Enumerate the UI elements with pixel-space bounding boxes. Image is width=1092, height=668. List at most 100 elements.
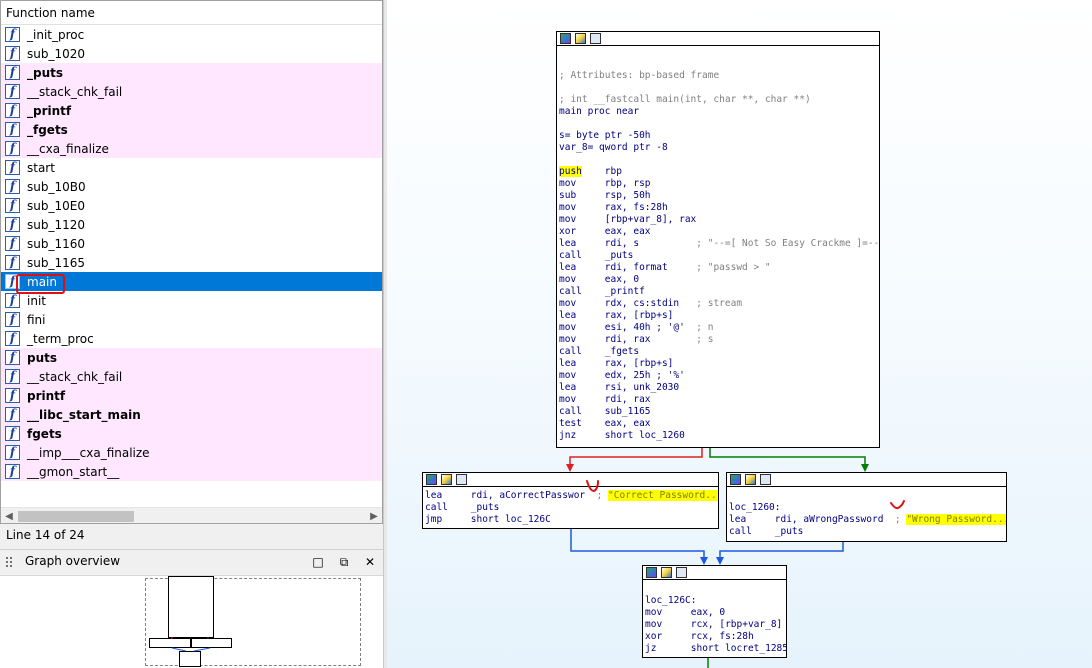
edit-icon[interactable] bbox=[745, 474, 756, 485]
mnemonic[interactable]: mov bbox=[645, 619, 691, 630]
code-line[interactable]: loc_126C: bbox=[645, 595, 786, 607]
operand[interactable]: rax, [rbp+s] bbox=[605, 310, 674, 321]
mnemonic[interactable]: mov bbox=[559, 202, 605, 213]
operand[interactable]: rcx, fs:28h bbox=[691, 631, 754, 642]
code-line[interactable]: var_8= qword ptr -8 bbox=[559, 142, 879, 154]
mnemonic[interactable]: push bbox=[559, 166, 582, 177]
code-line[interactable]: lea rax, [rbp+s] bbox=[559, 310, 879, 322]
mnemonic[interactable]: xor bbox=[645, 631, 691, 642]
code-line[interactable]: s= byte ptr -50h bbox=[559, 130, 879, 142]
code-line[interactable]: mov rax, fs:28h bbox=[559, 202, 879, 214]
code-line[interactable] bbox=[729, 490, 1006, 502]
code-line[interactable]: mov eax, 0 bbox=[559, 274, 879, 286]
mnemonic[interactable]: jmp bbox=[425, 514, 471, 525]
function-list-item[interactable]: f sub_1120 bbox=[1, 215, 382, 234]
edit-icon[interactable] bbox=[661, 567, 672, 578]
color-icon[interactable] bbox=[730, 474, 741, 485]
code-line[interactable]: call _puts bbox=[425, 502, 718, 514]
function-list-item[interactable]: f sub_1165 bbox=[1, 253, 382, 272]
operand[interactable]: rdi, format bbox=[605, 262, 697, 273]
operand[interactable]: short locret_1285 bbox=[691, 643, 786, 654]
grip-icon[interactable] bbox=[6, 557, 14, 567]
code-block-wrong[interactable]: loc_1260: lea rdi, aWrongPassword ; "Wron… bbox=[726, 472, 1007, 542]
mnemonic[interactable]: call bbox=[559, 250, 605, 261]
operand[interactable]: rdi, rax bbox=[605, 394, 651, 405]
operand[interactable]: esi, 40h ; '@' bbox=[605, 322, 697, 333]
function-list-item[interactable]: f sub_10E0 bbox=[1, 196, 382, 215]
mnemonic[interactable]: mov bbox=[559, 334, 605, 345]
function-list-item[interactable]: f __stack_chk_fail bbox=[1, 367, 382, 386]
code-line[interactable] bbox=[645, 583, 786, 595]
function-list-item[interactable]: f fini bbox=[1, 310, 382, 329]
code-line[interactable]: jmp short loc_126C bbox=[425, 514, 718, 526]
mnemonic[interactable]: call bbox=[559, 286, 605, 297]
code-line[interactable] bbox=[559, 154, 879, 166]
mnemonic[interactable]: lea bbox=[559, 238, 605, 249]
code-line[interactable]: mov eax, 0 bbox=[645, 607, 786, 619]
code-line[interactable]: mov rbp, rsp bbox=[559, 178, 879, 190]
scroll-right-icon[interactable]: ▶ bbox=[366, 508, 382, 523]
code-block-main[interactable]: ; Attributes: bp-based frame ; int __fast… bbox=[556, 31, 880, 448]
mnemonic[interactable]: mov bbox=[559, 298, 605, 309]
code-line[interactable]: test eax, eax bbox=[559, 418, 879, 430]
code-line[interactable]: ; Attributes: bp-based frame bbox=[559, 70, 879, 82]
operand[interactable]: rdx, cs:stdin bbox=[605, 298, 697, 309]
mnemonic[interactable]: mov bbox=[559, 322, 605, 333]
code-line[interactable] bbox=[559, 118, 879, 130]
function-list-item[interactable]: f __stack_chk_fail bbox=[1, 82, 382, 101]
graph-icon[interactable] bbox=[760, 474, 771, 485]
operand[interactable]: rdi, rax bbox=[605, 334, 697, 345]
code-line[interactable]: lea rdi, aWrongPassword ; "Wrong Passwor… bbox=[729, 514, 1006, 526]
code-line[interactable]: main proc near bbox=[559, 106, 879, 118]
code-line[interactable]: xor eax, eax bbox=[559, 226, 879, 238]
color-icon[interactable] bbox=[426, 474, 437, 485]
code-line[interactable]: call _fgets bbox=[559, 346, 879, 358]
mnemonic[interactable]: lea bbox=[559, 358, 605, 369]
mnemonic[interactable]: mov bbox=[559, 394, 605, 405]
code-line[interactable]: lea rsi, unk_2030 bbox=[559, 382, 879, 394]
code-line[interactable]: call sub_1165 bbox=[559, 406, 879, 418]
code-line[interactable]: call _printf bbox=[559, 286, 879, 298]
mnemonic[interactable]: call bbox=[729, 526, 775, 537]
operand[interactable]: _printf bbox=[605, 286, 645, 297]
code-line[interactable]: mov rcx, [rbp+var_8] bbox=[645, 619, 786, 631]
code-line[interactable]: mov esi, 40h ; '@' ; n bbox=[559, 322, 879, 334]
operand[interactable]: rsi, unk_2030 bbox=[605, 382, 679, 393]
mnemonic[interactable]: test bbox=[559, 418, 605, 429]
function-list-item[interactable]: f sub_10B0 bbox=[1, 177, 382, 196]
function-list-item[interactable]: f __imp___cxa_finalize bbox=[1, 443, 382, 462]
mnemonic[interactable]: jz bbox=[645, 643, 691, 654]
mnemonic[interactable]: call bbox=[559, 406, 605, 417]
function-list-item[interactable]: f _term_proc bbox=[1, 329, 382, 348]
code-line[interactable]: jnz short loc_1260 bbox=[559, 430, 879, 442]
code-line[interactable]: mov rdi, rax ; s bbox=[559, 334, 879, 346]
mnemonic[interactable]: mov bbox=[645, 607, 691, 618]
function-list-item[interactable]: f __cxa_finalize bbox=[1, 139, 382, 158]
mnemonic[interactable]: lea bbox=[559, 262, 605, 273]
code-line[interactable] bbox=[559, 82, 879, 94]
mnemonic[interactable]: xor bbox=[559, 226, 605, 237]
graph-overview[interactable] bbox=[0, 575, 383, 668]
function-list-item[interactable]: f _puts bbox=[1, 63, 382, 82]
code-line[interactable]: lea rdi, aCorrectPasswor ; "Correct Pass… bbox=[425, 490, 718, 502]
code-line[interactable]: push rbp bbox=[559, 166, 879, 178]
code-block-correct[interactable]: lea rdi, aCorrectPasswor ; "Correct Pass… bbox=[422, 472, 719, 529]
mnemonic[interactable]: lea bbox=[559, 382, 605, 393]
operand[interactable]: _puts bbox=[775, 526, 804, 537]
function-list-item[interactable]: f fgets bbox=[1, 424, 382, 443]
operand[interactable]: eax, 0 bbox=[605, 274, 639, 285]
mnemonic[interactable]: lea bbox=[559, 310, 605, 321]
operand[interactable]: eax, eax bbox=[605, 226, 651, 237]
mnemonic[interactable]: mov bbox=[559, 370, 605, 381]
code-line[interactable] bbox=[559, 46, 879, 58]
mnemonic[interactable]: call bbox=[559, 346, 605, 357]
code-line[interactable]: call _puts bbox=[729, 526, 1006, 538]
disassembly-graph-view[interactable]: ; Attributes: bp-based frame ; int __fast… bbox=[387, 0, 1092, 668]
operand[interactable]: edx, 25h ; '%' bbox=[605, 370, 685, 381]
function-list-item[interactable]: f _init_proc bbox=[1, 25, 382, 44]
mnemonic[interactable]: jnz bbox=[559, 430, 605, 441]
function-list-item[interactable]: f __gmon_start__ bbox=[1, 462, 382, 481]
edit-icon[interactable] bbox=[575, 33, 586, 44]
operand[interactable]: short loc_126C bbox=[471, 514, 551, 525]
scrollbar-thumb[interactable] bbox=[18, 511, 134, 522]
